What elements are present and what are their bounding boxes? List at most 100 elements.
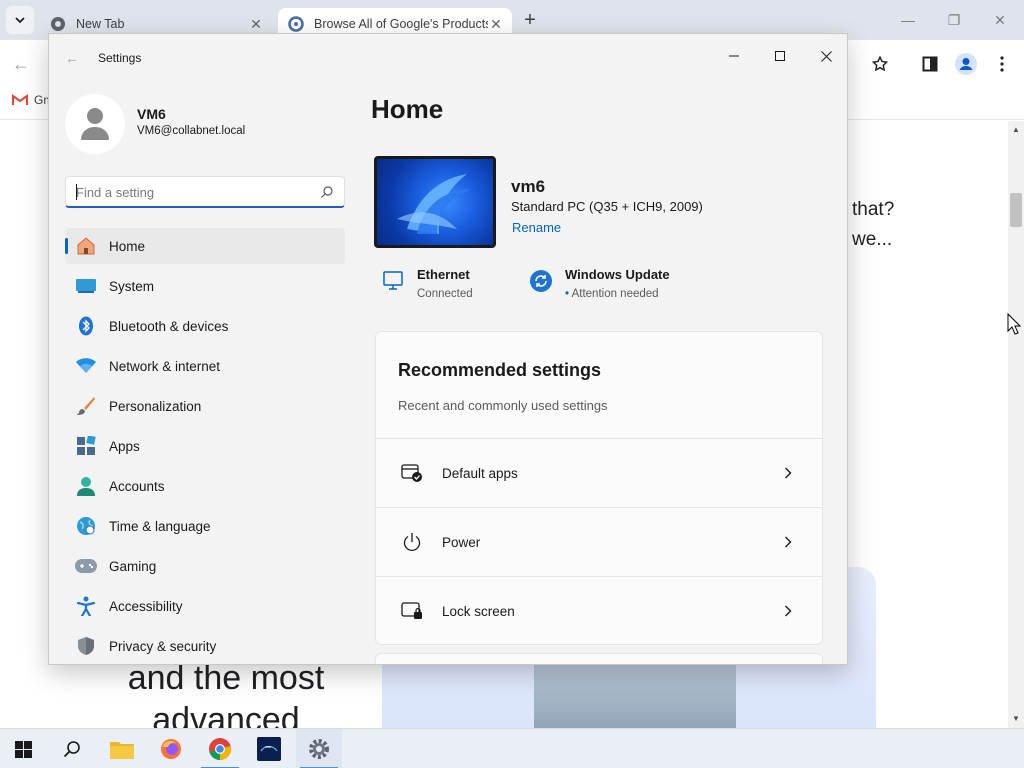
search-taskbar-button[interactable] [49, 729, 95, 768]
recommended-item-label: Power [442, 534, 481, 550]
windows-logo-icon [14, 740, 32, 758]
new-tab-button[interactable]: + [520, 10, 540, 30]
card-title: Recommended settings [398, 360, 602, 380]
sidebar-item-label: Home [109, 238, 146, 254]
sidebar-item-time-language[interactable]: Time & language [65, 508, 345, 544]
chrome-favicon-icon [51, 17, 65, 31]
settings-nav: Home System Bluetooth & devices Network … [65, 228, 345, 664]
back-arrow-icon[interactable]: ← [65, 50, 81, 66]
brush-icon [75, 395, 97, 417]
disney-plus-taskbar-button[interactable] [246, 729, 292, 768]
chevron-right-icon [780, 603, 796, 619]
ethernet-monitor-icon [383, 271, 403, 290]
attention-dot-icon: • [565, 288, 570, 300]
tab-search-button[interactable] [6, 6, 34, 34]
sidebar-item-apps[interactable]: Apps [65, 428, 345, 464]
system-icon [75, 275, 97, 297]
web-heading-fragment: that? we... [852, 195, 894, 255]
google-favicon-icon [288, 16, 304, 32]
status-subtitle: Connected [417, 288, 473, 300]
profile-icon[interactable] [954, 52, 978, 76]
recommended-item-default-apps[interactable]: Default apps [376, 438, 822, 507]
sidebar-item-network[interactable]: Network & internet [65, 348, 345, 384]
sidebar-item-label: System [109, 278, 155, 294]
close-tab-icon[interactable]: ✕ [248, 16, 264, 32]
firefox-taskbar-button[interactable] [148, 729, 194, 768]
sidebar-item-label: Accounts [109, 478, 165, 494]
sidebar-item-privacy-security[interactable]: Privacy & security [65, 628, 345, 664]
side-panel-icon[interactable] [918, 52, 942, 76]
tab-title: New Tab [76, 17, 125, 31]
settings-taskbar-button[interactable] [296, 729, 342, 768]
home-icon [75, 235, 97, 257]
ethernet-status[interactable]: Ethernet Connected [381, 267, 511, 307]
avatar[interactable] [65, 94, 125, 154]
sidebar-item-label: Time & language [109, 518, 211, 534]
sidebar-item-label: Network & internet [109, 358, 221, 374]
web-headline: and the most advanced [127, 659, 325, 728]
scrollbar-thumb[interactable] [1010, 193, 1022, 227]
recommended-settings-card: Recommended settings Recent and commonly… [375, 331, 823, 645]
sidebar-item-label: Personalization [109, 398, 202, 414]
bluetooth-icon [75, 315, 97, 337]
sidebar-item-label: Apps [109, 438, 140, 454]
restore-icon[interactable]: ❐ [946, 12, 962, 28]
minimize-button[interactable] [711, 40, 757, 72]
windows-update-status[interactable]: Windows Update • Attention needed [529, 267, 709, 307]
windows-bloom-image [397, 174, 472, 234]
scroll-up-arrow-icon[interactable]: ▲ [1008, 123, 1024, 137]
bookmark-star-icon[interactable] [868, 52, 892, 76]
sidebar-item-accessibility[interactable]: Accessibility [65, 588, 345, 624]
sidebar-item-gaming[interactable]: Gaming [65, 548, 345, 584]
maximize-icon [775, 51, 785, 61]
card-subtitle: Recent and commonly used settings [398, 398, 608, 413]
web-device-image [534, 663, 736, 728]
minimize-icon[interactable]: — [900, 12, 916, 28]
device-name: vm6 [511, 177, 546, 196]
sidebar-item-label: Accessibility [109, 598, 183, 614]
chrome-taskbar-button[interactable] [197, 729, 243, 768]
recommended-item-label: Lock screen [442, 603, 515, 619]
settings-search-box[interactable] [65, 176, 345, 208]
status-subtitle-text: Attention needed [571, 288, 659, 300]
close-tab-icon[interactable]: ✕ [488, 16, 504, 32]
close-button[interactable] [803, 40, 847, 72]
search-icon [63, 741, 80, 758]
lock-screen-icon [400, 599, 424, 623]
profile-email: VM6@collabnet.local [137, 125, 246, 137]
window-title: Settings [98, 51, 142, 65]
device-description: Standard PC (Q35 + ICH9, 2009) [511, 199, 703, 214]
gmail-icon [12, 94, 28, 105]
gamepad-icon [75, 555, 97, 577]
chevron-right-icon [780, 534, 796, 550]
gear-icon [309, 739, 329, 759]
text-caret [76, 184, 77, 200]
file-explorer-taskbar-button[interactable] [99, 729, 145, 768]
sidebar-item-personalization[interactable]: Personalization [65, 388, 345, 424]
scroll-down-arrow-icon[interactable]: ▼ [1008, 712, 1024, 726]
web-text-line: that? [852, 199, 895, 220]
search-icon[interactable] [320, 185, 334, 199]
tab-title: Browse All of Google's Products [314, 17, 488, 31]
close-window-icon[interactable]: ✕ [992, 12, 1008, 28]
accessibility-icon [75, 595, 97, 617]
disney-plus-icon [257, 737, 281, 761]
more-menu-icon[interactable] [990, 52, 1014, 76]
firefox-icon [161, 739, 181, 759]
recommended-item-lock-screen[interactable]: Lock screen [376, 576, 822, 645]
maximize-button[interactable] [757, 40, 803, 72]
sidebar-item-label: Privacy & security [109, 638, 217, 654]
sidebar-item-bluetooth[interactable]: Bluetooth & devices [65, 308, 345, 344]
recommended-item-power[interactable]: Power [376, 507, 822, 576]
sidebar-item-home[interactable]: Home [65, 228, 345, 264]
recommended-item-label: Default apps [442, 465, 518, 481]
start-button[interactable] [0, 729, 46, 768]
page-title: Home [371, 94, 444, 124]
search-input[interactable] [76, 183, 312, 201]
device-wallpaper-thumbnail [374, 156, 496, 248]
rename-link[interactable]: Rename [512, 220, 561, 235]
back-arrow-icon[interactable]: ← [12, 54, 32, 74]
sidebar-item-accounts[interactable]: Accounts [65, 468, 345, 504]
shield-icon [75, 635, 97, 657]
sidebar-item-system[interactable]: System [65, 268, 345, 304]
